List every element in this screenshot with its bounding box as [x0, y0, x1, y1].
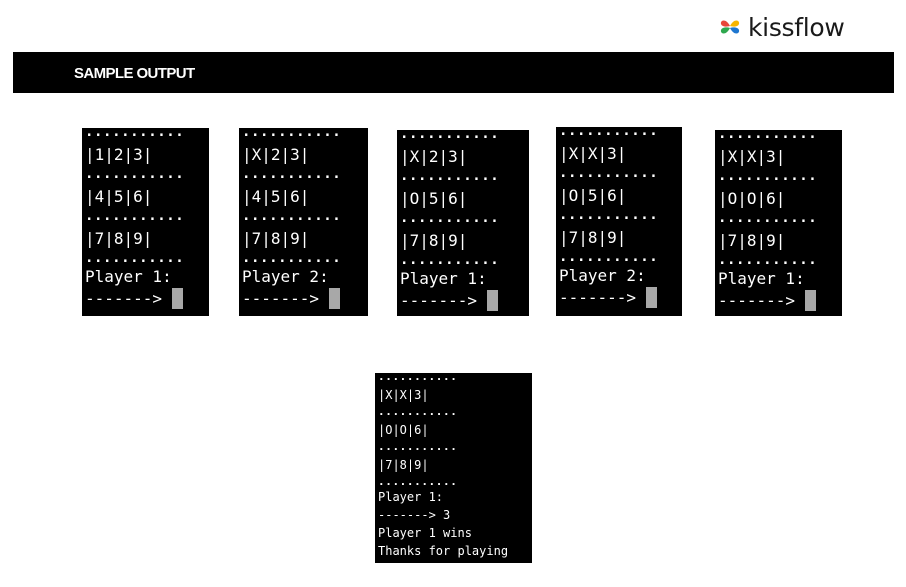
- player-prompt: Player 1:: [378, 490, 444, 504]
- board-divider: ...........: [559, 165, 659, 181]
- input-line: -------> 3: [378, 508, 451, 522]
- terminal-panel-5: ........... |X|X|3| ........... |O|O|6| …: [715, 130, 842, 316]
- input-line: ------->: [85, 288, 209, 309]
- kissflow-logo: kissflow: [718, 12, 845, 42]
- player-prompt: Player 1:: [85, 267, 172, 286]
- terminal-panel-4: ........... |X|X|3| ........... |O|5|6| …: [556, 127, 682, 316]
- cursor: [171, 288, 183, 309]
- cursor: [328, 288, 340, 309]
- board-divider: ...........: [718, 168, 818, 184]
- board-divider: ...........: [400, 210, 500, 226]
- prompt-arrow: ------->: [559, 288, 646, 307]
- input-line: ------->: [559, 287, 682, 308]
- player-prompt: Player 1:: [718, 269, 805, 288]
- cursor: [486, 290, 498, 311]
- input-line: ------->: [242, 288, 368, 309]
- board-divider: ...........: [718, 130, 818, 142]
- cursor: [804, 290, 816, 311]
- board-divider: ...........: [242, 166, 342, 182]
- board-divider: ...........: [85, 166, 185, 182]
- terminal-panel-1: ........... |1|2|3| ........... |4|5|6| …: [82, 128, 209, 316]
- player-prompt: Player 2:: [242, 267, 329, 286]
- terminal-panel-final: ........... |X|X|3| ........... |O|O|6| …: [375, 373, 532, 563]
- board-divider: ...........: [400, 168, 500, 184]
- board-divider: ...........: [242, 250, 342, 266]
- brand-name: kissflow: [748, 12, 845, 42]
- board-divider: ...........: [242, 128, 342, 140]
- board-divider: ...........: [400, 252, 500, 268]
- board-divider: ...........: [85, 128, 185, 140]
- board-divider: ...........: [400, 130, 500, 142]
- board-divider: ...........: [85, 250, 185, 266]
- input-line: ------->: [400, 290, 529, 311]
- board-divider: ...........: [559, 207, 659, 223]
- prompt-arrow: ------->: [242, 289, 329, 308]
- banner-title: SAMPLE OUTPUT: [74, 65, 195, 82]
- kissflow-flower-icon: [720, 20, 740, 34]
- prompt-arrow: ------->: [718, 291, 805, 310]
- thanks-message: Thanks for playing: [378, 544, 509, 558]
- result-message: Player 1 wins: [378, 526, 472, 540]
- prompt-arrow: ------->: [400, 291, 487, 310]
- board-divider: ...........: [378, 373, 458, 383]
- input-line: ------->: [718, 290, 842, 311]
- terminal-panel-3: ........... |X|2|3| ........... |O|5|6| …: [397, 130, 529, 316]
- board-divider: ...........: [85, 208, 185, 224]
- player-prompt: Player 2:: [559, 266, 646, 285]
- board-divider: ...........: [559, 127, 659, 139]
- board-divider: ...........: [559, 249, 659, 265]
- cursor: [645, 287, 657, 308]
- board-divider: ...........: [718, 210, 818, 226]
- board-divider: ...........: [718, 252, 818, 268]
- board-divider: ...........: [242, 208, 342, 224]
- section-banner: SAMPLE OUTPUT: [13, 52, 894, 93]
- player-prompt: Player 1:: [400, 269, 487, 288]
- terminal-panel-2: ........... |X|2|3| ........... |4|5|6| …: [239, 128, 368, 316]
- board-divider: ...........: [378, 440, 458, 453]
- board-divider: ...........: [378, 405, 458, 418]
- board-divider: ...........: [378, 475, 458, 488]
- prompt-arrow: ------->: [85, 289, 172, 308]
